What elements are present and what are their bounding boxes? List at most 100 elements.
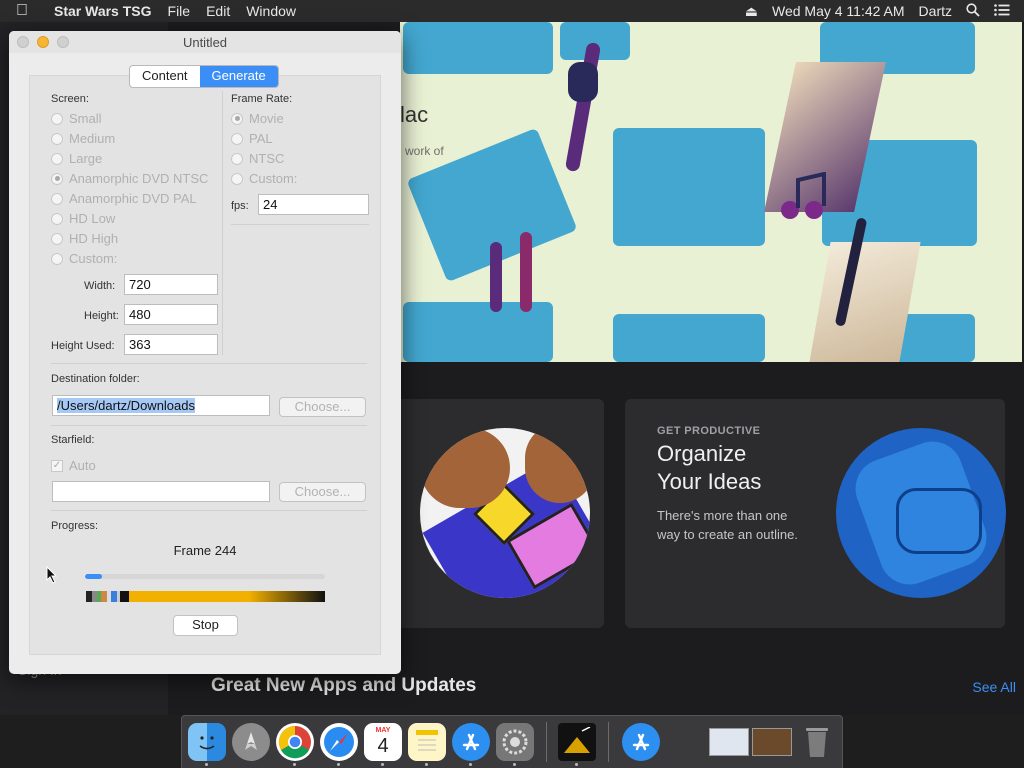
star-wars-tsg-icon[interactable]: [558, 723, 596, 761]
finder-icon[interactable]: [188, 723, 226, 761]
screen-label: Screen:: [51, 93, 89, 105]
frame-rate-option-label: PAL: [249, 131, 273, 146]
screenshots-stack-icon[interactable]: [708, 723, 792, 761]
untitled-window: Untitled Content Generate Screen: Small …: [9, 31, 401, 674]
screen-option-label: HD High: [69, 231, 119, 246]
featured-card-organize[interactable]: GET PRODUCTIVE Organize Your Ideas There…: [625, 399, 1006, 628]
frame-rate-option-custom[interactable]: Custom:: [231, 171, 297, 186]
frame-rate-option-ntsc[interactable]: NTSC: [231, 151, 284, 166]
starfield-label: Starfield:: [51, 434, 95, 446]
banner-subtitle: work of: [405, 144, 444, 158]
height-used-label: Height Used:: [51, 340, 115, 352]
notification-center-icon[interactable]: [994, 3, 1010, 19]
section-divider: [51, 363, 367, 364]
screen-option-anamorphic-ntsc[interactable]: Anamorphic DVD NTSC: [51, 171, 208, 186]
featured-banner[interactable]: lac work of: [400, 22, 1022, 362]
screen-option-large[interactable]: Large: [51, 151, 102, 166]
app-store-downloads-icon[interactable]: [622, 723, 660, 761]
destination-path-field[interactable]: /Users/dartz/Downloads: [52, 395, 270, 416]
notes-icon[interactable]: [408, 723, 446, 761]
screen-option-label: Anamorphic DVD PAL: [69, 191, 197, 206]
section-divider: [51, 425, 367, 426]
menu-file[interactable]: File: [168, 3, 191, 19]
calendar-month: MAY: [375, 727, 391, 734]
see-all-link[interactable]: See All: [972, 679, 1016, 695]
card-desc-line2: way to create an outline.: [657, 527, 798, 542]
progress-frame-text: Frame 244: [173, 543, 237, 558]
screen-option-hd-high[interactable]: HD High: [51, 231, 118, 246]
apple-icon[interactable]: : [16, 2, 38, 20]
mouse-pointer-icon: [46, 566, 58, 584]
progress-bar-fill: [85, 574, 102, 579]
frame-rate-option-pal[interactable]: PAL: [231, 131, 273, 146]
screen-option-label: Medium: [69, 131, 116, 146]
checkmark-icon: ✓: [51, 459, 63, 472]
frame-rate-option-movie[interactable]: Movie: [231, 111, 284, 126]
starfield-auto-checkbox[interactable]: ✓ Auto: [51, 458, 96, 473]
screen-option-label: Small: [69, 111, 102, 126]
menu-window[interactable]: Window: [246, 3, 296, 19]
destination-label: Destination folder:: [51, 373, 140, 385]
menubar-user[interactable]: Dartz: [919, 3, 952, 19]
height-field[interactable]: 480: [124, 304, 218, 325]
menu-bar:  Star Wars TSG File Edit Window ⏏ Wed M…: [0, 0, 1024, 22]
dock: MAY 4: [181, 715, 843, 768]
starfield-auto-label: Auto: [69, 458, 96, 473]
destination-choose-button[interactable]: Choose...: [279, 397, 366, 417]
stop-button[interactable]: Stop: [173, 615, 238, 636]
eject-icon[interactable]: ⏏: [745, 3, 758, 20]
card-title-line1: Organize: [657, 441, 747, 466]
menu-app-name[interactable]: Star Wars TSG: [54, 3, 152, 19]
card-kicker: GET PRODUCTIVE: [657, 425, 761, 437]
window-titlebar[interactable]: Untitled: [9, 31, 401, 53]
banner-heading: lac: [400, 102, 429, 127]
frame-rate-option-label: Custom:: [249, 171, 298, 186]
app-store-icon[interactable]: [452, 723, 490, 761]
featured-card-left[interactable]: [382, 399, 604, 628]
screen-option-anamorphic-pal[interactable]: Anamorphic DVD PAL: [51, 191, 197, 206]
screen-option-label: HD Low: [69, 211, 116, 226]
calendar-day: 4: [377, 735, 389, 757]
window-title: Untitled: [182, 35, 228, 50]
menu-edit[interactable]: Edit: [206, 3, 230, 19]
section-divider: [51, 510, 367, 511]
frame-preview-strip: [86, 591, 325, 602]
tab-generate[interactable]: Generate: [199, 66, 278, 87]
menubar-datetime[interactable]: Wed May 4 11:42 AM: [772, 3, 905, 19]
card-title-line2: Your Ideas: [657, 469, 762, 494]
group-divider: [222, 91, 223, 355]
height-used-field[interactable]: 363: [124, 334, 218, 355]
width-field[interactable]: 720: [124, 274, 218, 295]
system-preferences-icon[interactable]: [496, 723, 534, 761]
destination-path-text: /Users/dartz/Downloads: [57, 398, 195, 413]
trash-icon[interactable]: [798, 723, 836, 761]
launchpad-icon[interactable]: [232, 723, 270, 761]
spotlight-search-icon[interactable]: [966, 2, 980, 20]
fps-divider: [231, 224, 369, 225]
frame-rate-option-label: NTSC: [249, 151, 285, 166]
screen-option-custom[interactable]: Custom:: [51, 251, 117, 266]
card-illustration-art: [420, 428, 590, 598]
screen-option-medium[interactable]: Medium: [51, 131, 115, 146]
safari-icon[interactable]: [320, 723, 358, 761]
screen-option-label: Large: [69, 151, 103, 166]
section-title: Great New Apps and Updates: [211, 675, 477, 696]
starfield-choose-button[interactable]: Choose...: [279, 482, 366, 502]
chrome-icon[interactable]: [276, 723, 314, 761]
card-desc-line1: There's more than one: [657, 508, 788, 523]
tab-content[interactable]: Content: [130, 66, 200, 87]
screen-option-label: Anamorphic DVD NTSC: [69, 171, 209, 186]
screen-option-small[interactable]: Small: [51, 111, 102, 126]
progress-label: Progress:: [51, 520, 99, 532]
calendar-icon[interactable]: MAY 4: [364, 723, 402, 761]
screen-option-hd-low[interactable]: HD Low: [51, 211, 115, 226]
card-organize-art: [836, 428, 1006, 598]
height-label: Height:: [84, 310, 119, 322]
starfield-path-field[interactable]: [52, 481, 270, 502]
fps-label: fps:: [231, 200, 249, 212]
screen-option-label: Custom:: [69, 251, 118, 266]
fps-field[interactable]: 24: [258, 194, 369, 215]
width-label: Width:: [84, 280, 116, 292]
progress-bar: [85, 574, 325, 579]
frame-rate-option-label: Movie: [249, 111, 284, 126]
